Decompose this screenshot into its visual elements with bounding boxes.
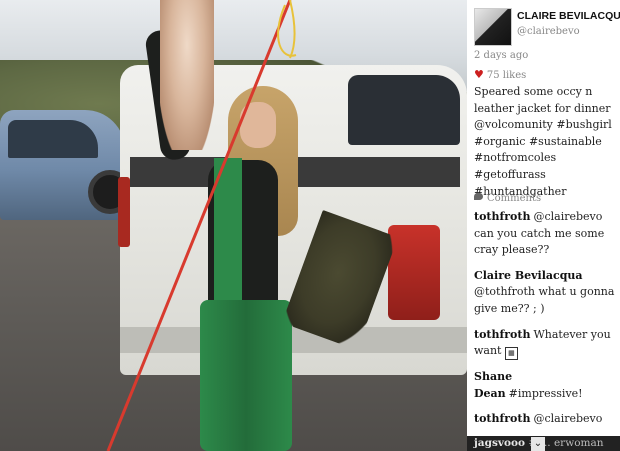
post-time: 2 days ago — [474, 50, 529, 61]
person-face — [240, 102, 276, 148]
post-sidebar: CLAIRE BEVILACQUA @clairebevo 2 days ago… — [467, 0, 620, 451]
comment-item: tothfroth Whatever you want ▦ — [474, 327, 616, 361]
speech-bubble-icon — [474, 193, 483, 200]
ute-rear-window — [348, 75, 460, 145]
wetsuit-green-panel — [214, 158, 242, 303]
emoji-icon: ▦ — [504, 347, 518, 361]
comment-user[interactable]: Claire Bevilacqua — [474, 268, 613, 285]
profile-handle[interactable]: @clairebevo — [517, 26, 580, 37]
likes-label: 75 likes — [486, 70, 527, 81]
comments-list: tothfroth @clairebevo can you catch me so… — [474, 209, 616, 437]
profile-header: CLAIRE BEVILACQUA @clairebevo — [467, 0, 620, 46]
comment-text: @tothfroth what u gonna give me?? ; ) — [474, 285, 615, 315]
post-caption: Speared some occy n leather jacket for d… — [474, 85, 612, 198]
comment-user[interactable]: tothfroth — [474, 210, 530, 223]
comment-item: Claire Bevilacqua @tothfroth what u gonna… — [474, 268, 616, 318]
likes-count[interactable]: ♥ 75 likes — [474, 68, 526, 81]
next-comment-bar[interactable]: jagsvooo #f... erwoman ⌄ — [467, 436, 620, 451]
profile-name[interactable]: CLAIRE BEVILACQUA — [517, 10, 620, 22]
comment-user[interactable]: tothfroth — [474, 412, 530, 425]
comment-text: #impressive! — [508, 386, 583, 400]
comments-header-label: Comments — [487, 193, 542, 204]
post-photo[interactable] — [0, 0, 467, 451]
comment-item: Shane Dean #impressive! — [474, 369, 616, 402]
heart-icon[interactable]: ♥ — [474, 68, 484, 81]
next-comment-user: jagsvooo — [474, 437, 525, 449]
person-legs — [200, 300, 292, 451]
avatar[interactable] — [474, 8, 512, 46]
photo-blue-car — [0, 110, 132, 220]
ute-left-tail-light — [118, 177, 130, 247]
comment-user[interactable]: tothfroth — [474, 328, 530, 341]
octopus-catch — [160, 0, 214, 150]
comment-item: tothfroth @clairebevo — [474, 411, 616, 428]
car-window — [8, 120, 98, 158]
chevron-down-icon[interactable]: ⌄ — [531, 437, 545, 451]
comment-item: tothfroth @clairebevo can you catch me so… — [474, 209, 616, 259]
comments-header: Comments — [474, 193, 541, 204]
comment-text: @clairebevo — [533, 412, 603, 426]
comment-user[interactable]: Shane Dean — [474, 370, 512, 400]
